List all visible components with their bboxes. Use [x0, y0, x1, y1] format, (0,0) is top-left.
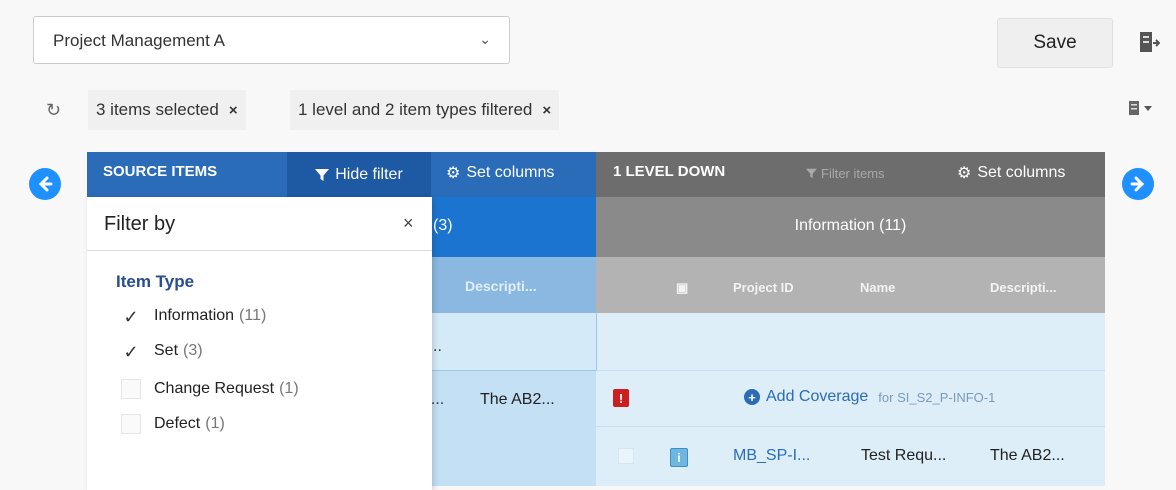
hide-filter-button[interactable]: Hide filter	[287, 152, 431, 197]
filtered-chip: 1 level and 2 item types filtered ×	[290, 90, 560, 130]
select-all-checkbox[interactable]: ▣	[676, 280, 688, 296]
row-description: The AB2...	[990, 447, 1065, 464]
filter-option-defect[interactable]: Defect (1)	[121, 414, 225, 434]
add-coverage-target: for SI_S2_P-INFO-1	[878, 389, 996, 405]
arrow-left-circle-icon[interactable]	[29, 168, 61, 200]
level-set-columns-label: Set columns	[977, 164, 1066, 181]
add-coverage-link[interactable]: + Add Coverage for SI_S2_P-INFO-1	[744, 388, 995, 406]
filter-option-count: (3)	[183, 342, 203, 359]
level-row[interactable]	[596, 313, 1105, 371]
filter-title: Filter by	[104, 213, 176, 235]
alert-icon: !	[613, 389, 629, 407]
gear-icon: ⚙	[446, 165, 461, 182]
source-set-columns-label: Set columns	[466, 164, 555, 181]
info-icon: i	[670, 448, 688, 467]
source-row-description: The AB2...	[480, 391, 555, 408]
save-button[interactable]: Save	[997, 18, 1113, 68]
close-icon[interactable]: ×	[403, 213, 414, 234]
refresh-icon[interactable]: ↻	[46, 100, 61, 121]
item-type-group-title: Item Type	[116, 272, 195, 291]
chevron-down-icon: ⌄	[479, 31, 491, 47]
filter-option-set[interactable]: ✓ Set (3)	[121, 341, 203, 361]
level-down-title: 1 LEVEL DOWN	[613, 163, 726, 180]
project-select[interactable]: Project Management A ⌄	[33, 16, 510, 64]
document-menu-icon[interactable]	[1127, 100, 1153, 120]
information-group-title: Information (11)	[794, 217, 907, 234]
row-checkbox[interactable]	[618, 448, 634, 464]
filter-option-change-request[interactable]: Change Request (1)	[121, 379, 299, 399]
filter-option-label: Defect	[154, 415, 201, 432]
checkbox[interactable]	[121, 414, 141, 434]
row-name: Test Requ...	[861, 447, 947, 464]
description-column-header[interactable]: Descripti...	[990, 280, 1056, 295]
funnel-icon	[806, 168, 817, 179]
source-items-title: SOURCE ITEMS	[103, 163, 218, 180]
checkbox[interactable]	[121, 379, 141, 399]
filter-items-label: Filter items	[821, 166, 885, 181]
clear-selection-close-icon[interactable]: ×	[229, 102, 238, 119]
name-column-header[interactable]: Name	[860, 280, 895, 295]
plus-circle-icon: +	[744, 389, 760, 405]
checkmark-icon[interactable]: ✓	[121, 306, 141, 326]
filter-option-information[interactable]: ✓ Information (11)	[121, 306, 266, 326]
filter-option-label: Information	[154, 307, 235, 324]
items-selected-label: 3 items selected	[96, 100, 219, 119]
funnel-icon	[315, 168, 330, 181]
filter-option-label: Change Request	[154, 380, 275, 397]
export-icon[interactable]	[1138, 30, 1160, 56]
items-selected-chip: 3 items selected ×	[88, 90, 246, 130]
filter-items-button[interactable]: Filter items	[806, 166, 885, 181]
filter-option-label: Set	[154, 342, 179, 359]
filtered-label: 1 level and 2 item types filtered	[298, 100, 533, 119]
source-description-column-header[interactable]: Descripti...	[465, 278, 537, 294]
checkmark-icon[interactable]: ✓	[121, 341, 141, 361]
divider	[87, 250, 432, 251]
project-id-link[interactable]: MB_SP-I...	[733, 447, 810, 465]
filter-option-count: (1)	[279, 380, 299, 397]
filter-option-count: (1)	[205, 415, 225, 432]
arrow-right-circle-icon[interactable]	[1122, 168, 1154, 200]
project-select-value: Project Management A	[53, 31, 225, 50]
clear-filter-close-icon[interactable]: ×	[542, 102, 551, 119]
hide-filter-label: Hide filter	[335, 165, 403, 183]
source-set-columns-button[interactable]: ⚙ Set columns	[446, 163, 554, 183]
add-coverage-label: Add Coverage	[766, 388, 869, 405]
filter-option-count: (11)	[239, 307, 267, 324]
project-id-column-header[interactable]: Project ID	[733, 280, 794, 295]
gear-icon: ⚙	[957, 165, 972, 182]
level-set-columns-button[interactable]: ⚙ Set columns	[957, 163, 1065, 183]
source-row-text: ..	[433, 338, 442, 355]
source-count: (3)	[433, 217, 453, 234]
